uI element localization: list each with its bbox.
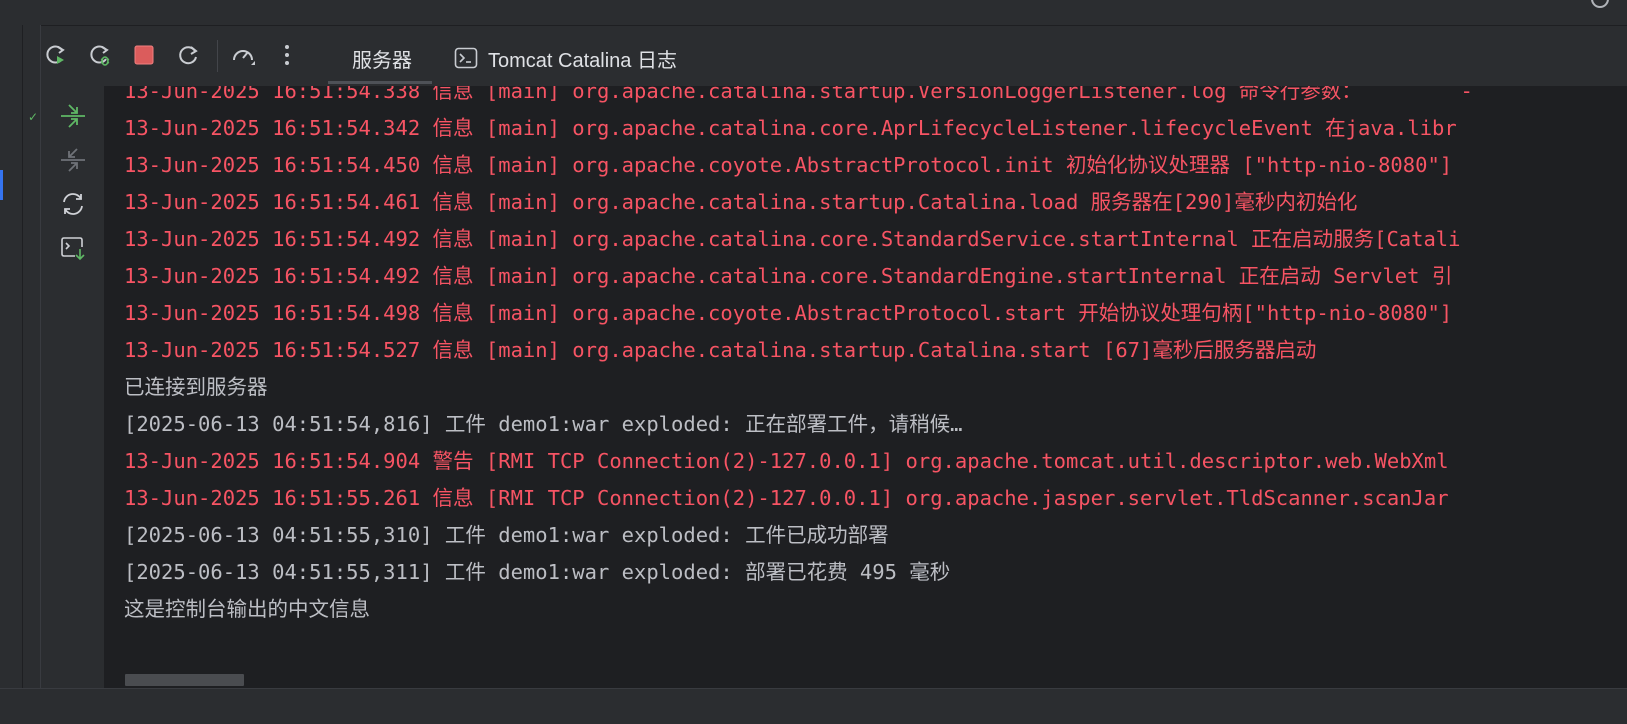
stop-icon (134, 45, 154, 65)
ide-window: ✓ 服务器 Tomcat Catalina 日志 13-Jun-2025 16:… (0, 0, 1627, 724)
debug-button[interactable] (85, 40, 115, 70)
profiler-button[interactable] (228, 40, 258, 70)
console-line: [2025-06-13 04:51:55,311] 工件 demo1:war e… (124, 560, 951, 584)
console-line: 13-Jun-2025 16:51:54.527 信息 [main] org.a… (124, 338, 1317, 362)
sync-icon (63, 193, 83, 215)
tab-services-label: 服务器 (352, 49, 412, 72)
console-line: 13-Jun-2025 16:51:54.461 信息 [main] org.a… (124, 190, 1358, 214)
console-actions-strip (41, 86, 104, 716)
terminal-icon (454, 47, 478, 69)
tab-services[interactable]: 服务器 (328, 36, 432, 84)
export-console-icon (61, 237, 85, 261)
check-icon: ✓ (28, 110, 39, 124)
services-tree-edge (23, 25, 41, 715)
rerun-button[interactable] (41, 40, 71, 70)
console-line: 13-Jun-2025 16:51:55.261 信息 [RMI TCP Con… (124, 486, 1449, 510)
console-line: 已连接到服务器 (124, 375, 268, 399)
soft-wrap-button[interactable] (57, 144, 89, 176)
console-line: 13-Jun-2025 16:51:54.492 信息 [main] org.a… (124, 227, 1461, 251)
scrollbar-thumb[interactable] (125, 674, 244, 686)
horizontal-scrollbar[interactable] (104, 670, 1627, 688)
toolbar-separator (217, 40, 218, 72)
active-tool-marker (0, 170, 3, 200)
refresh-button[interactable] (173, 40, 203, 70)
refresh-icon (179, 46, 198, 65)
console-line: 13-Jun-2025 16:51:54.342 信息 [main] org.a… (124, 116, 1457, 140)
tab-tomcat-log-label: Tomcat Catalina 日志 (488, 49, 677, 72)
console-output[interactable]: 13-Jun-2025 16:51:54.338 信息 [main] org.a… (104, 86, 1627, 688)
bottom-bar (0, 688, 1627, 724)
scroll-to-end-icon (61, 104, 85, 128)
services-toolbar: 服务器 Tomcat Catalina 日志 (41, 26, 1627, 86)
export-console-button[interactable] (57, 232, 89, 264)
console-line: [2025-06-13 04:51:55,310] 工件 demo1:war e… (124, 523, 889, 547)
left-tool-rail (0, 25, 23, 715)
tab-tomcat-log[interactable]: Tomcat Catalina 日志 (454, 36, 677, 80)
console-line: 13-Jun-2025 16:51:54.338 信息 [main] org.a… (124, 86, 1473, 103)
console-line: 13-Jun-2025 16:51:54.498 信息 [main] org.a… (124, 301, 1453, 325)
console-line: [2025-06-13 04:51:54,816] 工件 demo1:war e… (124, 412, 963, 436)
top-strip (0, 0, 1627, 26)
settings-icon[interactable] (1591, 0, 1609, 8)
soft-wrap-icon (61, 148, 85, 172)
more-options-button[interactable] (272, 40, 302, 70)
speedometer-icon (233, 50, 255, 65)
sync-button[interactable] (57, 188, 89, 220)
console-line: 这是控制台输出的中文信息 (124, 597, 370, 621)
scroll-to-end-button[interactable] (57, 100, 89, 132)
console-line: 13-Jun-2025 16:51:54.492 信息 [main] org.a… (124, 264, 1453, 288)
stop-button[interactable] (129, 40, 159, 70)
rerun-icon (46, 45, 65, 64)
debug-icon (90, 45, 110, 66)
console-line: 13-Jun-2025 16:51:54.904 警告 [RMI TCP Con… (124, 449, 1449, 473)
console-line: 13-Jun-2025 16:51:54.450 信息 [main] org.a… (124, 153, 1453, 177)
more-vertical-icon (285, 45, 289, 65)
